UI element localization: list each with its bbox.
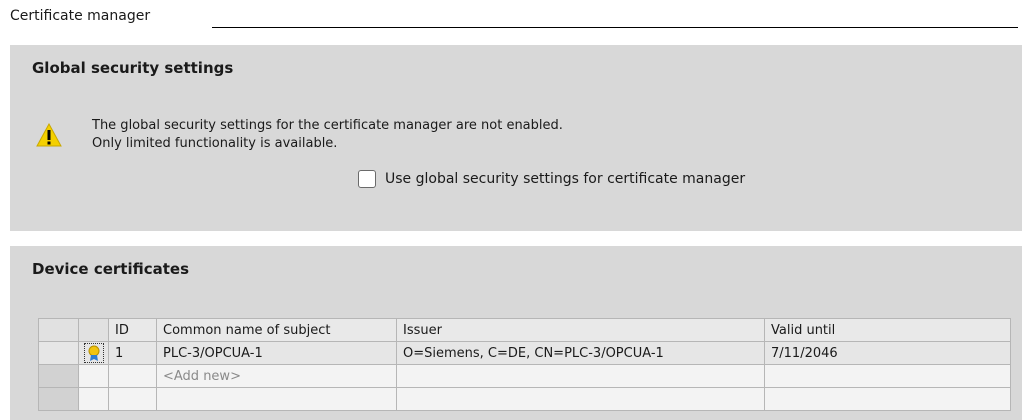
table-row[interactable]: 1 PLC-3/OPCUA-1 O=Siemens, C=DE, CN=PLC-… bbox=[38, 341, 1011, 365]
use-global-security-label[interactable]: Use global security settings for certifi… bbox=[385, 171, 745, 187]
certificate-icon bbox=[83, 343, 104, 363]
empty-cell bbox=[396, 364, 765, 388]
use-global-security-checkbox[interactable] bbox=[358, 170, 376, 188]
global-security-title: Global security settings bbox=[32, 59, 234, 77]
table-header-row: ID Common name of subject Issuer Valid u… bbox=[38, 318, 1011, 342]
empty-row bbox=[38, 387, 1011, 411]
cell-valid-until: 7/11/2046 bbox=[764, 341, 1011, 365]
global-security-panel: Global security settings The global secu… bbox=[10, 45, 1022, 231]
empty-cell bbox=[396, 387, 765, 411]
empty-cell bbox=[78, 364, 109, 388]
cell-issuer: O=Siemens, C=DE, CN=PLC-3/OPCUA-1 bbox=[396, 341, 765, 365]
section-header: Certificate manager bbox=[0, 0, 1022, 30]
device-certificates-title: Device certificates bbox=[32, 260, 190, 278]
row-selector[interactable] bbox=[38, 387, 79, 411]
empty-cell bbox=[78, 387, 109, 411]
row-header-corner[interactable] bbox=[38, 318, 79, 342]
add-new-row[interactable]: <Add new> bbox=[38, 364, 1011, 388]
certificate-icon-cell bbox=[78, 341, 109, 365]
empty-cell bbox=[108, 364, 157, 388]
column-header-valid-until[interactable]: Valid until bbox=[764, 318, 1011, 342]
empty-cell bbox=[764, 387, 1011, 411]
warning-triangle-icon bbox=[36, 123, 62, 147]
row-selector[interactable] bbox=[38, 364, 79, 388]
warning-message: The global security settings for the cer… bbox=[92, 117, 563, 153]
empty-cell bbox=[764, 364, 1011, 388]
column-header-subject[interactable]: Common name of subject bbox=[156, 318, 397, 342]
device-certificates-table: ID Common name of subject Issuer Valid u… bbox=[38, 318, 1011, 411]
row-selector[interactable] bbox=[38, 341, 79, 365]
use-global-security-option[interactable]: Use global security settings for certifi… bbox=[358, 170, 745, 188]
empty-cell bbox=[156, 387, 397, 411]
cell-subject: PLC-3/OPCUA-1 bbox=[156, 341, 397, 365]
empty-cell bbox=[108, 387, 157, 411]
warning-line-2: Only limited functionality is available. bbox=[92, 136, 338, 151]
section-divider bbox=[212, 27, 1018, 28]
warning-line-1: The global security settings for the cer… bbox=[92, 118, 563, 133]
column-header-issuer[interactable]: Issuer bbox=[396, 318, 765, 342]
section-title: Certificate manager bbox=[10, 8, 151, 24]
add-new-entry[interactable]: <Add new> bbox=[156, 364, 397, 388]
column-header-id[interactable]: ID bbox=[108, 318, 157, 342]
icon-column-header bbox=[78, 318, 109, 342]
cell-id: 1 bbox=[108, 341, 157, 365]
